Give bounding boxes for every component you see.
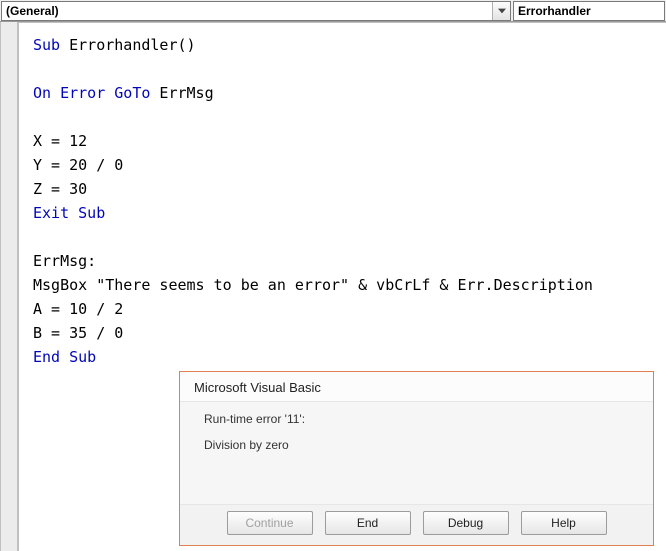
error-code-text: Run-time error '11': [204,412,629,426]
debug-button[interactable]: Debug [423,511,509,535]
object-selector-dropdown[interactable]: (General) [1,1,511,21]
help-button[interactable]: Help [521,511,607,535]
dialog-title: Microsoft Visual Basic [180,372,653,402]
chevron-down-icon [492,2,510,20]
dialog-button-row: Continue End Debug Help [180,504,653,545]
procedure-selector-value: Errorhandler [518,4,591,18]
procedure-selector-dropdown[interactable]: Errorhandler [513,1,665,21]
error-description-text: Division by zero [204,438,629,452]
end-button[interactable]: End [325,511,411,535]
dropdown-toolbar: (General) Errorhandler [0,0,666,22]
code-text[interactable]: Sub Errorhandler() On Error GoTo ErrMsg … [19,23,666,379]
object-selector-value: (General) [6,4,59,18]
continue-button[interactable]: Continue [227,511,313,535]
dialog-body: Run-time error '11': Division by zero [180,402,653,504]
error-dialog: Microsoft Visual Basic Run-time error '1… [179,371,654,546]
editor-gutter [0,22,18,551]
